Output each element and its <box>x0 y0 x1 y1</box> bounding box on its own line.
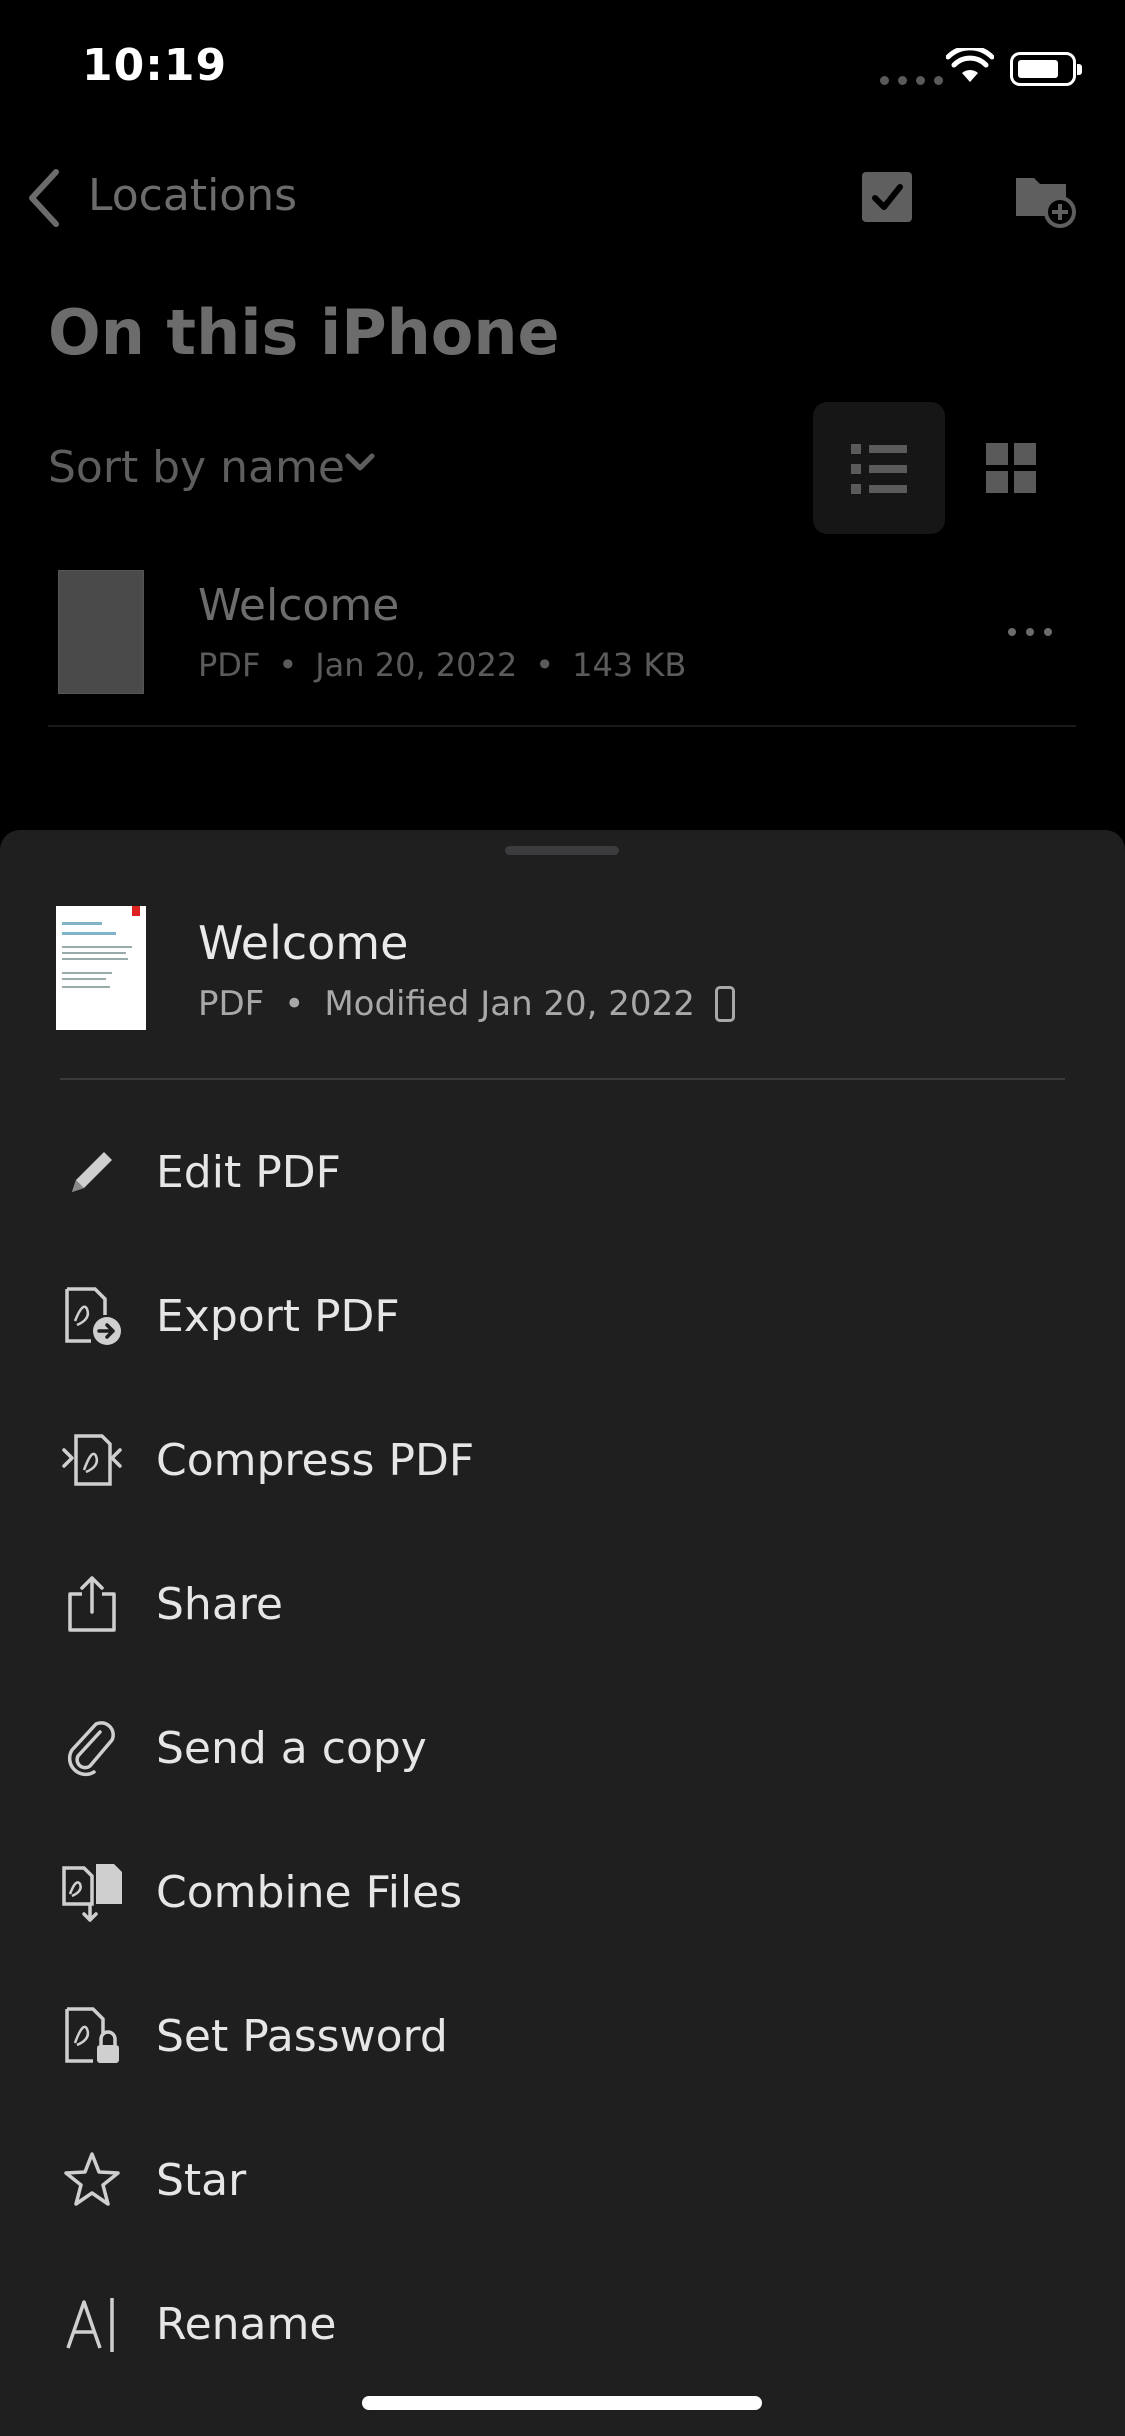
list-view-button[interactable] <box>813 402 945 534</box>
page-title: On this iPhone <box>48 296 560 369</box>
divider <box>48 725 1076 727</box>
lock-pdf-icon <box>60 2004 124 2068</box>
sort-dropdown[interactable]: Sort by name <box>48 442 345 493</box>
select-checkbox-icon[interactable] <box>862 172 912 222</box>
star-icon <box>60 2148 124 2212</box>
pencil-icon <box>60 1140 124 1204</box>
menu-item-rename[interactable]: Rename <box>0 2252 1125 2396</box>
paperclip-icon <box>60 1716 124 1780</box>
sheet-file-type: PDF <box>198 984 265 1024</box>
back-button-label[interactable]: Locations <box>88 170 297 221</box>
menu-label: Star <box>156 2154 247 2206</box>
menu-label: Compress PDF <box>156 1434 475 1486</box>
new-folder-icon[interactable] <box>1012 168 1076 232</box>
list-view-icon <box>851 444 907 494</box>
menu-item-send-a-copy[interactable]: Send a copy <box>0 1676 1125 1820</box>
export-pdf-icon <box>60 1284 124 1348</box>
more-options-icon[interactable] <box>1008 628 1052 636</box>
file-date: Jan 20, 2022 <box>315 646 518 684</box>
battery-icon <box>1010 52 1082 86</box>
chevron-down-icon[interactable] <box>344 452 376 478</box>
device-icon <box>714 986 735 1022</box>
separator-dot: • <box>278 646 298 684</box>
home-indicator[interactable] <box>362 2396 762 2410</box>
wifi-icon <box>945 45 995 88</box>
file-type: PDF <box>198 646 261 684</box>
menu-label: Set Password <box>156 2010 448 2062</box>
file-name[interactable]: Welcome <box>198 580 399 631</box>
sheet-divider <box>60 1078 1065 1080</box>
separator-dot: • <box>535 646 555 684</box>
menu-item-star[interactable]: Star <box>0 2108 1125 2252</box>
menu-item-export-pdf[interactable]: Export PDF <box>0 1244 1125 1388</box>
compress-pdf-icon <box>60 1428 124 1492</box>
cellular-signal-icon <box>880 76 943 85</box>
sheet-file-name: Welcome <box>198 916 409 970</box>
menu-item-share[interactable]: Share <box>0 1532 1125 1676</box>
sheet-file-meta: PDF • Modified Jan 20, 2022 <box>198 984 735 1024</box>
menu-item-edit-pdf[interactable]: Edit PDF <box>0 1100 1125 1244</box>
share-icon <box>60 1572 124 1636</box>
grid-view-icon[interactable] <box>986 443 1036 497</box>
menu-label: Export PDF <box>156 1290 400 1342</box>
sheet-modified: Modified Jan 20, 2022 <box>324 984 695 1024</box>
file-meta: PDF • Jan 20, 2022 • 143 KB <box>198 646 686 684</box>
rename-icon <box>60 2292 124 2356</box>
menu-label: Send a copy <box>156 1722 427 1774</box>
file-thumbnail[interactable] <box>58 570 144 694</box>
menu-label: Rename <box>156 2298 337 2350</box>
sheet-file-thumbnail <box>56 906 146 1030</box>
menu-item-compress-pdf[interactable]: Compress PDF <box>0 1388 1125 1532</box>
menu-item-combine-files[interactable]: Combine Files <box>0 1820 1125 1964</box>
file-size: 143 KB <box>572 646 687 684</box>
separator-dot: • <box>284 984 305 1024</box>
menu-label: Share <box>156 1578 283 1630</box>
menu-label: Combine Files <box>156 1866 463 1918</box>
menu-item-set-password[interactable]: Set Password <box>0 1964 1125 2108</box>
combine-files-icon <box>60 1860 124 1924</box>
sheet-handle[interactable] <box>505 846 619 855</box>
back-chevron-icon[interactable] <box>24 166 64 234</box>
status-time: 10:19 <box>82 40 228 91</box>
menu-label: Edit PDF <box>156 1146 341 1198</box>
